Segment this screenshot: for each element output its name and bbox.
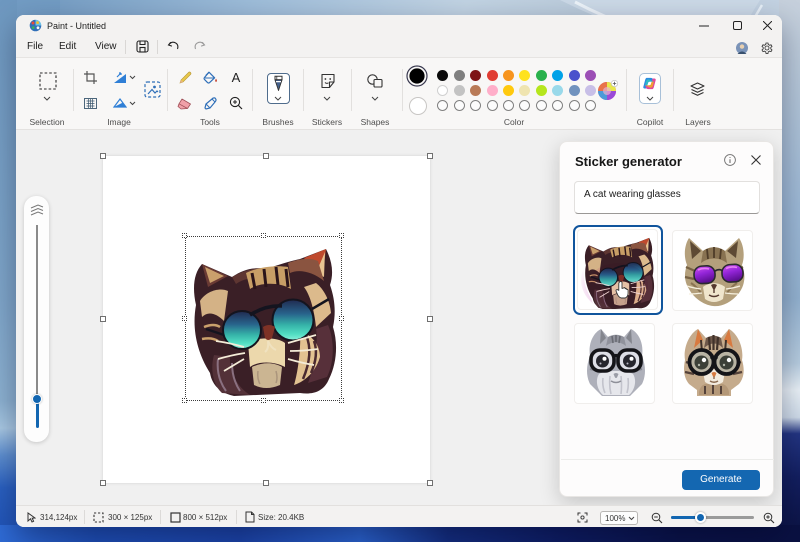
svg-text:A: A <box>232 71 241 84</box>
